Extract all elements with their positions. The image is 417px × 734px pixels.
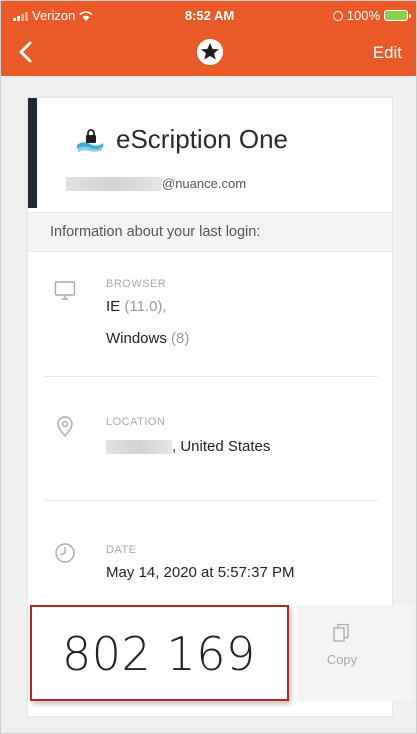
app-header: eScription One <box>76 124 288 155</box>
location-label: LOCATION <box>106 416 166 428</box>
edit-button[interactable]: Edit <box>373 43 402 63</box>
copy-label: Copy <box>326 652 358 667</box>
browser-value: IE (11.0), <box>106 298 167 315</box>
nav-bar: Edit <box>1 29 416 76</box>
battery-percent: 100% <box>346 8 380 23</box>
header: Verizon 8:52 AM 100% Edit <box>1 1 416 76</box>
email-domain: @nuance.com <box>162 176 247 191</box>
info-heading-bar: Information about your last login: <box>28 212 392 252</box>
otp-code-box: 802 169 <box>30 605 289 701</box>
back-button[interactable] <box>13 37 43 67</box>
browser-section: BROWSER IE (11.0), Windows (8) <box>44 266 378 376</box>
copy-icon <box>333 623 349 642</box>
date-value: May 14, 2020 at 5:57:37 PM <box>106 564 295 581</box>
star-shield-icon <box>197 39 223 65</box>
divider <box>44 500 378 501</box>
browser-version: (11.0), <box>124 298 167 315</box>
os-name: Windows <box>106 330 167 347</box>
card-accent <box>28 98 37 208</box>
clock-icon <box>55 543 75 563</box>
browser-name: IE <box>106 298 121 315</box>
otp-code: 802 169 <box>62 627 256 681</box>
app-screen: Verizon 8:52 AM 100% Edit eScription One… <box>0 0 417 734</box>
browser-label: BROWSER <box>106 278 167 290</box>
app-name: eScription One <box>116 124 288 154</box>
redacted-email-user <box>66 176 162 191</box>
alarm-icon <box>332 10 343 21</box>
location-country: , United States <box>172 438 271 455</box>
location-pin-icon <box>57 416 73 438</box>
location-section: LOCATION , United States <box>44 410 378 490</box>
location-value: , United States <box>106 438 270 455</box>
info-heading: Information about your last login: <box>50 224 261 240</box>
divider <box>44 376 378 377</box>
copy-button[interactable]: Copy <box>297 605 413 701</box>
date-section: DATE May 14, 2020 at 5:57:37 PM <box>44 536 378 596</box>
date-label: DATE <box>106 544 137 556</box>
os-version: (8) <box>171 330 190 347</box>
redacted-city <box>106 439 172 454</box>
lock-wave-icon <box>77 128 103 152</box>
os-value: Windows (8) <box>106 330 189 347</box>
account-email: @nuance.com <box>66 176 246 191</box>
monitor-icon <box>54 281 76 300</box>
battery-icon <box>384 10 411 21</box>
status-bar: Verizon 8:52 AM 100% <box>1 1 416 29</box>
status-right: 100% <box>332 8 411 23</box>
